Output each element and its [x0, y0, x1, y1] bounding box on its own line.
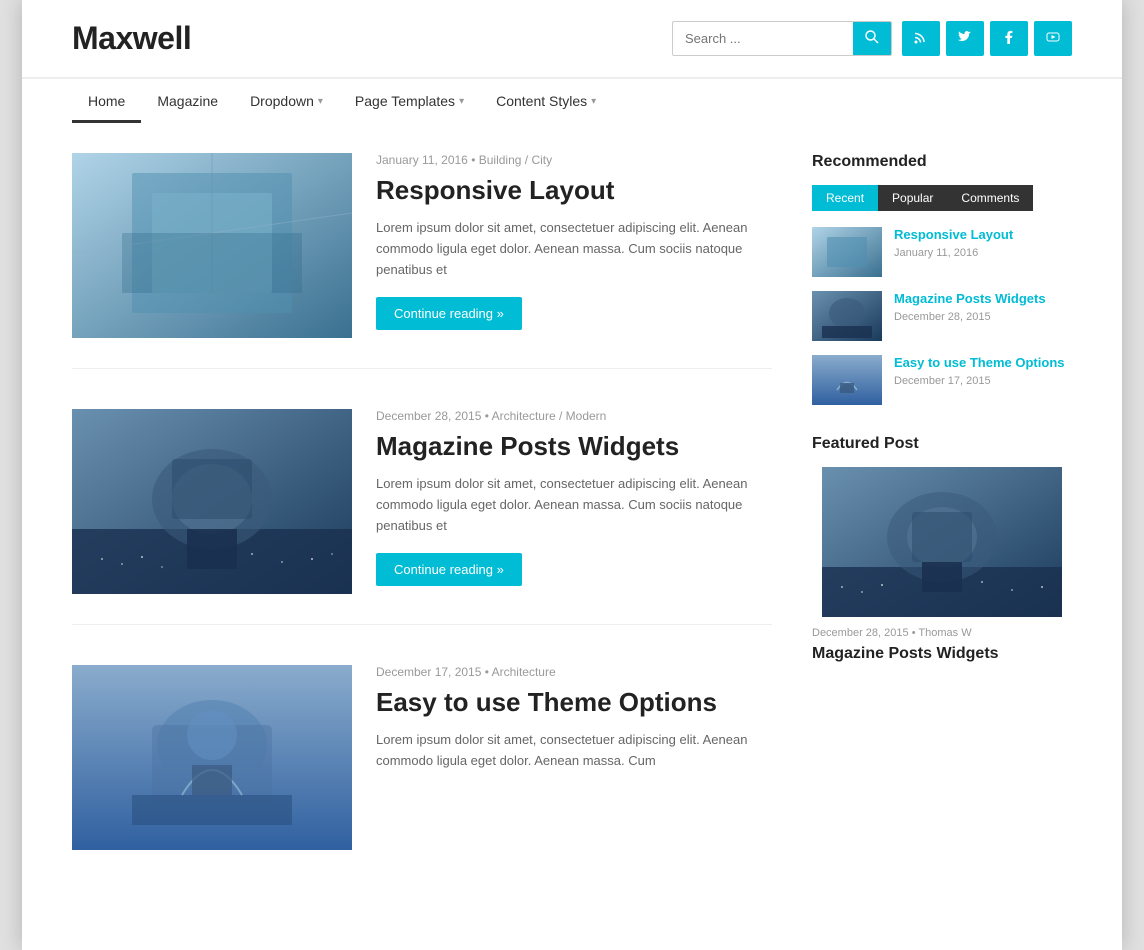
post-excerpt-1: Lorem ipsum dolor sit amet, consectetuer… [376, 218, 772, 280]
rec-item-1: Responsive Layout January 11, 2016 [812, 227, 1072, 277]
post-excerpt-2: Lorem ipsum dolor sit amet, consectetuer… [376, 474, 772, 536]
twitter-button[interactable] [946, 21, 984, 56]
main-layout: January 11, 2016 • Building / City Respo… [22, 123, 1122, 950]
rec-item-3: Easy to use Theme Options December 17, 2… [812, 355, 1072, 405]
post-content-2: December 28, 2015 • Architecture / Moder… [376, 409, 772, 594]
post-meta-1: January 11, 2016 • Building / City [376, 153, 772, 167]
rec-title-1[interactable]: Responsive Layout [894, 227, 1013, 244]
post-image-2 [72, 409, 352, 594]
rss-button[interactable] [902, 21, 940, 56]
sidebar: Recommended Recent Popular Comments [812, 153, 1072, 920]
featured-section: Featured Post [812, 435, 1072, 663]
youtube-button[interactable] [1034, 21, 1072, 56]
chevron-down-icon: ▾ [459, 96, 464, 107]
rec-thumb-3 [812, 355, 882, 405]
search-form [672, 21, 892, 56]
post-content-3: December 17, 2015 • Architecture Easy to… [376, 665, 772, 850]
navigation: Home Magazine Dropdown ▾ Page Templates … [22, 77, 1122, 123]
featured-title: Featured Post [812, 435, 1072, 453]
header: Maxwell [22, 0, 1122, 77]
post-meta-2: December 28, 2015 • Architecture / Moder… [376, 409, 772, 423]
youtube-icon [1046, 30, 1060, 44]
chevron-down-icon: ▾ [318, 96, 323, 107]
rec-info-1: Responsive Layout January 11, 2016 [894, 227, 1013, 259]
post-meta-3: December 17, 2015 • Architecture [376, 665, 772, 679]
header-right [672, 21, 1072, 56]
rec-info-2: Magazine Posts Widgets December 28, 2015 [894, 291, 1046, 323]
post-title-1[interactable]: Responsive Layout [376, 175, 772, 206]
rec-date-3: December 17, 2015 [894, 375, 1065, 387]
continue-reading-button-2[interactable]: Continue reading » [376, 553, 522, 586]
post-card: December 17, 2015 • Architecture Easy to… [72, 665, 772, 880]
tab-recent[interactable]: Recent [812, 185, 878, 211]
nav-magazine[interactable]: Magazine [141, 79, 234, 123]
recommended-tabs: Recent Popular Comments [812, 185, 1072, 211]
tab-comments[interactable]: Comments [947, 185, 1033, 211]
rec-thumb-2 [812, 291, 882, 341]
nav-home[interactable]: Home [72, 79, 141, 123]
post-content-1: January 11, 2016 • Building / City Respo… [376, 153, 772, 338]
featured-post-title[interactable]: Magazine Posts Widgets [812, 645, 1072, 663]
post-image-3 [72, 665, 352, 850]
rec-date-1: January 11, 2016 [894, 247, 1013, 259]
nav-dropdown[interactable]: Dropdown ▾ [234, 79, 339, 123]
rec-title-2[interactable]: Magazine Posts Widgets [894, 291, 1046, 308]
post-image-1 [72, 153, 352, 338]
search-icon [865, 30, 879, 44]
rec-item-2: Magazine Posts Widgets December 28, 2015 [812, 291, 1072, 341]
facebook-button[interactable] [990, 21, 1028, 56]
featured-meta: December 28, 2015 • Thomas W [812, 627, 1072, 639]
post-card: December 28, 2015 • Architecture / Moder… [72, 409, 772, 625]
search-button[interactable] [853, 22, 891, 55]
nav-page-templates[interactable]: Page Templates ▾ [339, 79, 480, 123]
post-excerpt-3: Lorem ipsum dolor sit amet, consectetuer… [376, 730, 772, 772]
post-title-2[interactable]: Magazine Posts Widgets [376, 431, 772, 462]
twitter-icon [958, 30, 972, 44]
search-input[interactable] [673, 23, 853, 54]
chevron-down-icon: ▾ [591, 96, 596, 107]
post-card: January 11, 2016 • Building / City Respo… [72, 153, 772, 369]
featured-image [812, 467, 1072, 617]
post-title-3[interactable]: Easy to use Theme Options [376, 687, 772, 718]
tab-popular[interactable]: Popular [878, 185, 947, 211]
rss-icon [914, 30, 928, 44]
rec-thumb-1 [812, 227, 882, 277]
posts-column: January 11, 2016 • Building / City Respo… [72, 153, 812, 920]
site-title: Maxwell [72, 20, 191, 57]
recommended-title: Recommended [812, 153, 1072, 171]
rec-title-3[interactable]: Easy to use Theme Options [894, 355, 1065, 372]
facebook-icon [1002, 30, 1016, 44]
rec-date-2: December 28, 2015 [894, 311, 1046, 323]
continue-reading-button-1[interactable]: Continue reading » [376, 297, 522, 330]
nav-content-styles[interactable]: Content Styles ▾ [480, 79, 612, 123]
recommended-section: Recommended Recent Popular Comments [812, 153, 1072, 405]
rec-info-3: Easy to use Theme Options December 17, 2… [894, 355, 1065, 387]
